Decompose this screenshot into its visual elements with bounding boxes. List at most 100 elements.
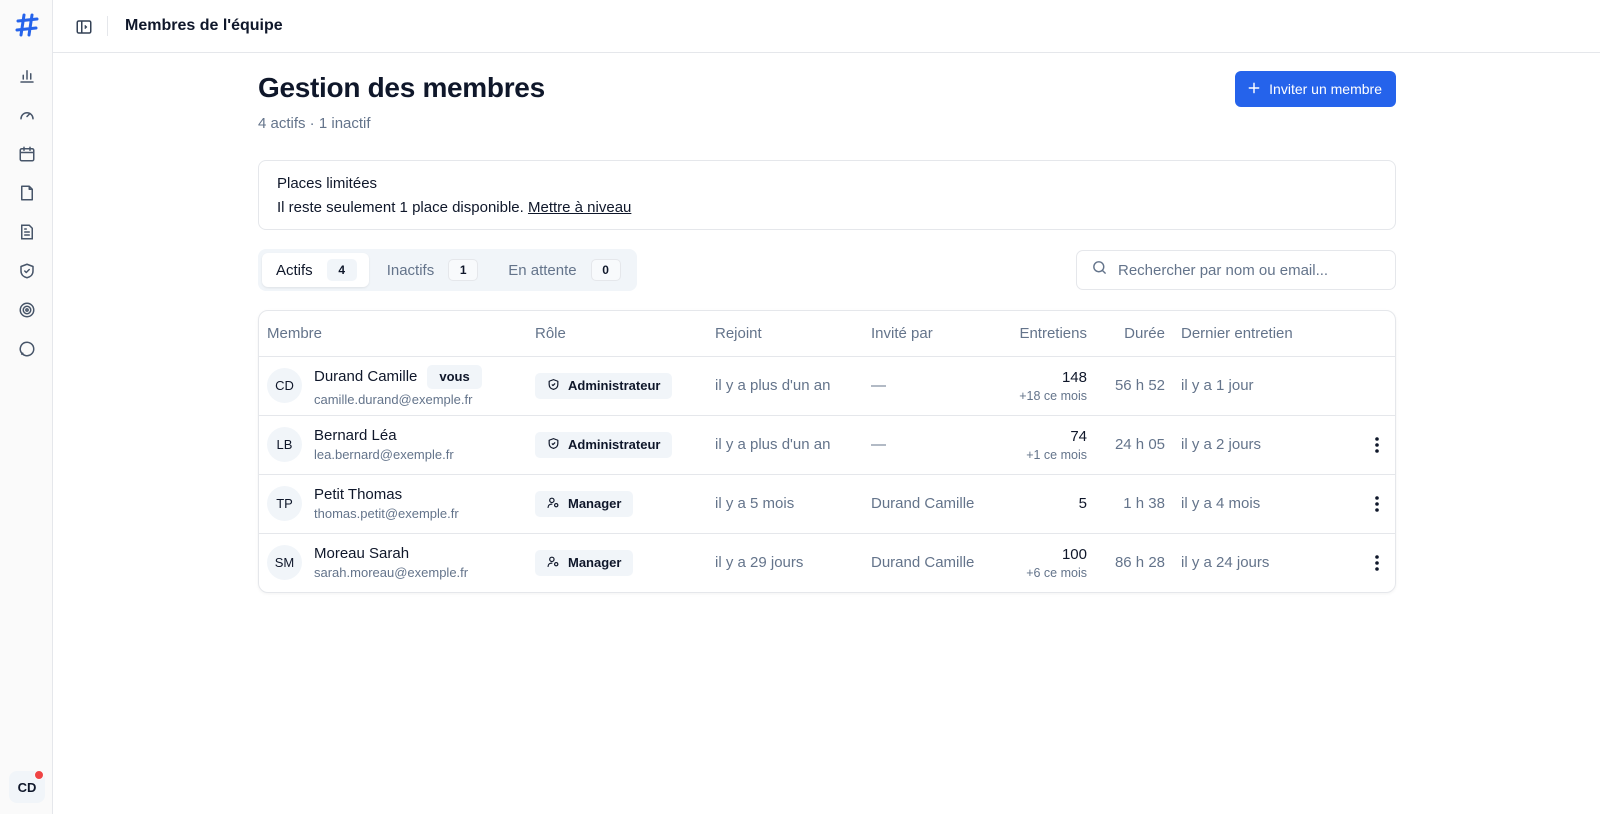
member-name: Moreau Sarah bbox=[314, 545, 410, 563]
duration-cell: 86 h 28 bbox=[1114, 554, 1165, 572]
page-title: Gestion des membres bbox=[258, 72, 545, 103]
member-email: sarah.moreau@exemple.fr bbox=[314, 565, 469, 581]
joined-cell: il y a plus d'un an bbox=[707, 356, 863, 416]
column-header-actions bbox=[1333, 311, 1395, 357]
last-interview-cell: il y a 24 jours bbox=[1181, 554, 1270, 572]
joined-cell: il y a plus d'un an bbox=[707, 415, 863, 475]
divider bbox=[107, 16, 108, 36]
interviews-count: 5 bbox=[1078, 495, 1087, 512]
members-table: Membre Rôle Rejoint Invité par Entretien… bbox=[258, 310, 1396, 593]
shield-icon bbox=[547, 437, 560, 453]
table-row[interactable]: SM Moreau Sarah sarah.moreau@exemple.fr … bbox=[259, 533, 1395, 592]
column-header-invited-by[interactable]: Invité par bbox=[863, 311, 993, 357]
column-header-last-interview[interactable]: Dernier entretien bbox=[1173, 311, 1333, 357]
tab-label: Inactifs bbox=[386, 261, 435, 279]
bar-chart-icon[interactable] bbox=[16, 65, 38, 87]
last-interview-cell: il y a 1 jour bbox=[1173, 356, 1333, 416]
table-row[interactable]: TP Petit Thomas thomas.petit@exemple.fr … bbox=[259, 474, 1395, 534]
plus-icon bbox=[1247, 81, 1261, 98]
column-header-interviews[interactable]: Entretiens bbox=[993, 311, 1095, 357]
role-label: Manager bbox=[568, 496, 622, 511]
role-cell: Administrateur bbox=[527, 356, 707, 416]
role-cell: Manager bbox=[527, 474, 707, 534]
upgrade-link[interactable]: Mettre à niveau bbox=[528, 199, 631, 216]
tab-count: 1 bbox=[448, 259, 479, 281]
invited-by-cell: Durand Camille bbox=[863, 474, 993, 534]
duration-cell: 24 h 05 bbox=[1095, 415, 1173, 475]
notification-dot bbox=[34, 770, 44, 780]
column-header-member[interactable]: Membre bbox=[259, 311, 527, 357]
interviews-month: +6 ce mois bbox=[1026, 565, 1087, 580]
last-interview-cell: il y a 4 mois bbox=[1173, 474, 1333, 534]
tab-en-attente[interactable]: En attente 0 bbox=[494, 253, 632, 287]
invited-by-cell: Durand Camille bbox=[871, 554, 975, 572]
gauge-icon[interactable] bbox=[16, 104, 38, 126]
file-icon[interactable] bbox=[16, 182, 38, 204]
more-vertical-icon[interactable] bbox=[1365, 433, 1389, 457]
column-header-joined[interactable]: Rejoint bbox=[707, 311, 863, 357]
user-initials: CD bbox=[17, 779, 37, 795]
interviews-month: +1 ce mois bbox=[1026, 447, 1087, 462]
member-cell: LB Bernard Léa lea.bernard@exemple.fr bbox=[259, 415, 527, 475]
member-summary: 4 actifs · 1 inactif bbox=[258, 115, 371, 132]
column-header-duration[interactable]: Durée bbox=[1095, 311, 1173, 357]
user-cog-icon bbox=[547, 555, 560, 571]
search-icon bbox=[1091, 259, 1108, 281]
invited-by-cell: — bbox=[863, 415, 993, 475]
search-box bbox=[1076, 250, 1396, 290]
actions-cell bbox=[1333, 474, 1395, 534]
shield-icon bbox=[547, 378, 560, 394]
more-vertical-icon[interactable] bbox=[1365, 551, 1389, 575]
duration-cell: 1 h 38 bbox=[1095, 474, 1173, 534]
app-logo-icon[interactable] bbox=[15, 13, 39, 37]
tab-inactifs[interactable]: Inactifs 1 bbox=[373, 253, 491, 287]
document-icon[interactable] bbox=[16, 221, 38, 243]
table-row[interactable]: LB Bernard Léa lea.bernard@exemple.fr Ad… bbox=[259, 415, 1395, 475]
shield-check-icon[interactable] bbox=[16, 260, 38, 282]
member-email: thomas.petit@exemple.fr bbox=[314, 506, 459, 521]
sidebar-toggle-icon[interactable] bbox=[73, 16, 95, 38]
duration-cell: 56 h 52 bbox=[1095, 356, 1173, 416]
member-cell: TP Petit Thomas thomas.petit@exemple.fr bbox=[259, 474, 527, 534]
sidebar: CD bbox=[0, 0, 53, 814]
member-cell: SM Moreau Sarah sarah.moreau@exemple.fr bbox=[259, 533, 527, 592]
role-label: Administrateur bbox=[568, 378, 661, 393]
role-cell: Manager bbox=[527, 533, 707, 592]
interviews-count: 148 bbox=[1061, 368, 1087, 386]
role-cell: Administrateur bbox=[527, 415, 707, 475]
member-cell: CD Durand Camille vous camille.durand@ex… bbox=[259, 356, 527, 416]
last-interview-cell: il y a 2 jours bbox=[1173, 415, 1333, 475]
role-badge: Administrateur bbox=[535, 372, 673, 399]
interviews-cell: 74 +1 ce mois bbox=[993, 415, 1095, 475]
member-name: Durand Camille bbox=[314, 368, 418, 385]
search-input[interactable] bbox=[1118, 261, 1368, 279]
avatar: SM bbox=[267, 545, 302, 581]
actions-cell bbox=[1333, 415, 1395, 475]
member-name: Petit Thomas bbox=[314, 486, 403, 503]
banner-text-row: Il reste seulement 1 place disponible. M… bbox=[277, 199, 1377, 216]
member-email: lea.bernard@exemple.fr bbox=[314, 447, 454, 462]
calendar-icon[interactable] bbox=[16, 143, 38, 165]
interviews-month: +18 ce mois bbox=[1019, 388, 1087, 403]
role-label: Administrateur bbox=[568, 437, 661, 452]
member-email: camille.durand@exemple.fr bbox=[314, 391, 473, 407]
avatar: CD bbox=[267, 368, 302, 403]
tab-actifs[interactable]: Actifs 4 bbox=[262, 253, 369, 287]
column-header-role[interactable]: Rôle bbox=[527, 311, 707, 357]
target-icon[interactable] bbox=[16, 299, 38, 321]
actions-cell bbox=[1333, 356, 1395, 416]
invited-by-cell: — bbox=[863, 356, 993, 416]
interviews-cell: 148 +18 ce mois bbox=[993, 356, 1095, 416]
actions-cell bbox=[1333, 533, 1395, 592]
you-badge: vous bbox=[427, 364, 482, 389]
invite-member-label: Inviter un membre bbox=[1269, 81, 1382, 97]
joined-cell: il y a 5 mois bbox=[707, 474, 863, 534]
banner-text: Il reste seulement 1 place disponible. bbox=[277, 199, 524, 216]
role-badge: Manager bbox=[535, 490, 634, 517]
role-label: Manager bbox=[568, 555, 622, 571]
invite-member-button[interactable]: Inviter un membre bbox=[1235, 71, 1396, 107]
chat-icon[interactable] bbox=[16, 338, 38, 360]
more-vertical-icon[interactable] bbox=[1365, 492, 1389, 516]
user-cog-icon bbox=[547, 496, 560, 512]
table-row[interactable]: CD Durand Camille vous camille.durand@ex… bbox=[259, 356, 1395, 416]
